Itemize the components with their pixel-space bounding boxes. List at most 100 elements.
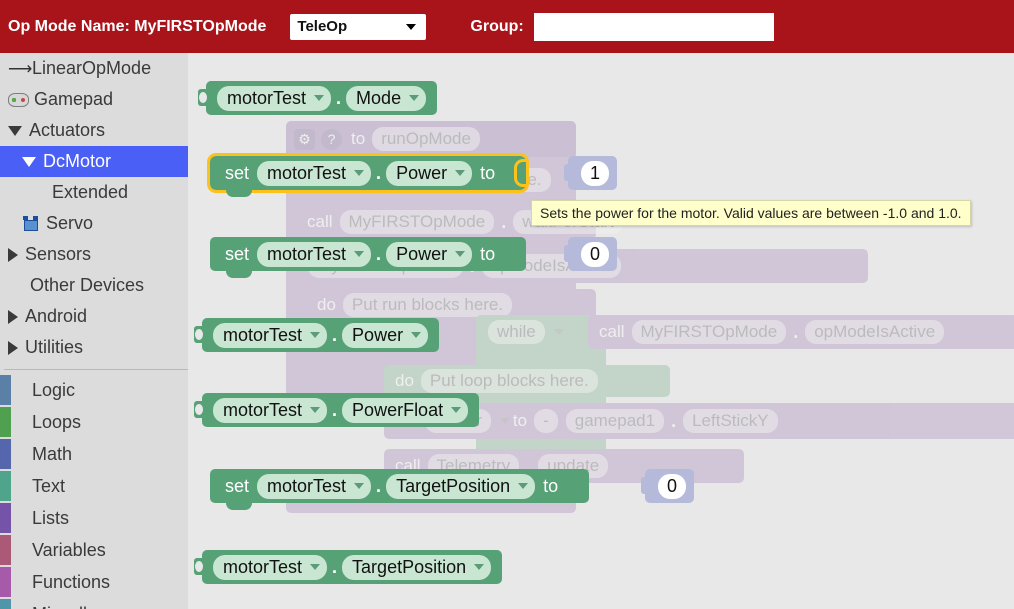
block-bottom-notch (226, 270, 252, 278)
device-name: motorTest (223, 325, 302, 346)
sidebar-item-dcmotor[interactable]: DcMotor (0, 146, 188, 177)
sidebar-item-label: Math (32, 444, 72, 465)
number-input[interactable]: 1 (581, 161, 609, 186)
property-dropdown[interactable]: Power (386, 242, 472, 267)
chevron-down-icon (474, 564, 484, 570)
block-output-plug (194, 326, 203, 343)
blockly-workspace[interactable]: ⚙ ? to runOpMode Put initialization bloc… (188, 53, 1014, 609)
property-name: TargetPosition (396, 476, 510, 497)
property-dropdown[interactable]: Power (342, 323, 428, 348)
block-motortest-power-setter[interactable]: set motorTest . Power to (210, 237, 526, 271)
device-dropdown[interactable]: motorTest (257, 242, 371, 267)
device-name: motorTest (227, 88, 306, 109)
opmode-type-dropdown[interactable]: TeleOp (290, 14, 426, 40)
property-dropdown[interactable]: Mode (346, 86, 426, 111)
value-plug (641, 477, 649, 494)
sidebar-item-extended[interactable]: Extended (0, 177, 188, 208)
sidebar-item-label: Gamepad (34, 89, 113, 110)
sidebar-item-text[interactable]: Text (0, 470, 188, 502)
device-name: motorTest (223, 557, 302, 578)
chevron-down-icon (310, 332, 320, 338)
property-name: Mode (356, 88, 401, 109)
property-name: Power (352, 325, 403, 346)
device-dropdown[interactable]: motorTest (213, 555, 327, 580)
device-dropdown[interactable]: motorTest (213, 323, 327, 348)
group-input[interactable] (534, 13, 774, 41)
member-dot: . (332, 330, 337, 341)
device-name: motorTest (267, 163, 346, 184)
sidebar-item-utilities[interactable]: Utilities (0, 332, 188, 363)
sidebar-item-variables[interactable]: Variables (0, 534, 188, 566)
sidebar-item-miscellaneous[interactable]: Miscellaneous (0, 598, 188, 609)
member-dot: . (376, 481, 381, 492)
sidebar-item-label: Miscellaneous (32, 604, 146, 609)
sidebar-item-label: Loops (32, 412, 81, 433)
sidebar-item-math[interactable]: Math (0, 438, 188, 470)
chevron-down-icon (451, 407, 461, 413)
device-dropdown[interactable]: motorTest (257, 161, 371, 186)
category-color-swatch (0, 567, 11, 597)
device-dropdown[interactable]: motorTest (217, 86, 331, 111)
value-plug (564, 164, 572, 181)
sidebar-item-label: Logic (32, 380, 75, 401)
app-header: Op Mode Name: MyFIRSTOpMode TeleOp Group… (0, 0, 1014, 53)
sidebar-item-label: LinearOpMode (32, 58, 151, 79)
member-dot: . (332, 562, 337, 573)
sidebar-item-linearopmode[interactable]: ⟶ LinearOpMode (0, 53, 188, 84)
opmode-type-value: TeleOp (297, 18, 347, 35)
block-bottom-notch (226, 502, 252, 510)
sidebar-item-label: Android (25, 306, 87, 327)
property-dropdown[interactable]: PowerFloat (342, 398, 468, 423)
gamepad-icon (8, 93, 29, 107)
sidebar-item-label: Lists (32, 508, 69, 529)
sidebar-divider (4, 369, 188, 370)
block-motortest-power-getter[interactable]: motorTest . Power (202, 318, 439, 352)
device-name: motorTest (267, 244, 346, 265)
member-dot: . (336, 93, 341, 104)
chevron-down-icon (310, 564, 320, 570)
sidebar-item-sensors[interactable]: Sensors (0, 239, 188, 270)
sidebar-item-loops[interactable]: Loops (0, 406, 188, 438)
toolbox-sidebar[interactable]: ⟶ LinearOpMode Gamepad Actuators DcMotor… (0, 53, 188, 609)
sidebar-item-lists[interactable]: Lists (0, 502, 188, 534)
property-dropdown[interactable]: Power (386, 161, 472, 186)
toolbox-flyout[interactable]: motorTest . Mode set motorTest . Power t… (188, 53, 1014, 609)
set-keyword: set (225, 163, 249, 184)
block-number-value-targetposition[interactable]: 0 (645, 469, 694, 503)
block-motortest-powerfloat-getter[interactable]: motorTest . PowerFloat (202, 393, 479, 427)
category-color-swatch (0, 599, 11, 609)
property-dropdown[interactable]: TargetPosition (342, 555, 491, 580)
category-color-swatch (0, 439, 11, 469)
sidebar-item-actuators[interactable]: Actuators (0, 115, 188, 146)
set-keyword: set (225, 244, 249, 265)
block-motortest-mode-getter[interactable]: motorTest . Mode (206, 81, 437, 115)
block-motortest-targetposition-setter[interactable]: set motorTest . TargetPosition to (210, 469, 589, 503)
device-dropdown[interactable]: motorTest (257, 474, 371, 499)
value-socket-highlight (514, 159, 528, 187)
sidebar-item-functions[interactable]: Functions (0, 566, 188, 598)
value-plug (564, 245, 572, 262)
sidebar-item-gamepad[interactable]: Gamepad (0, 84, 188, 115)
chevron-down-icon (314, 95, 324, 101)
sidebar-item-label: DcMotor (43, 151, 111, 172)
number-input[interactable]: 0 (581, 242, 609, 267)
block-number-value-1[interactable]: 1 (568, 156, 617, 190)
triangle-down-icon (8, 126, 22, 136)
number-input[interactable]: 0 (658, 474, 686, 499)
sidebar-item-other-devices[interactable]: Other Devices (0, 270, 188, 301)
property-name: TargetPosition (352, 557, 466, 578)
block-output-plug (194, 558, 203, 575)
chevron-down-icon (411, 332, 421, 338)
sidebar-item-android[interactable]: Android (0, 301, 188, 332)
block-number-value-0[interactable]: 0 (568, 237, 617, 271)
sidebar-item-servo[interactable]: Servo (0, 208, 188, 239)
block-motortest-power-setter-selected[interactable]: set motorTest . Power to (210, 156, 526, 190)
device-name: motorTest (223, 400, 302, 421)
property-dropdown[interactable]: TargetPosition (386, 474, 535, 499)
sidebar-item-label: Extended (52, 182, 128, 203)
member-dot: . (376, 168, 381, 179)
device-name: motorTest (267, 476, 346, 497)
block-motortest-targetposition-getter[interactable]: motorTest . TargetPosition (202, 550, 502, 584)
sidebar-item-logic[interactable]: Logic (0, 374, 188, 406)
device-dropdown[interactable]: motorTest (213, 398, 327, 423)
